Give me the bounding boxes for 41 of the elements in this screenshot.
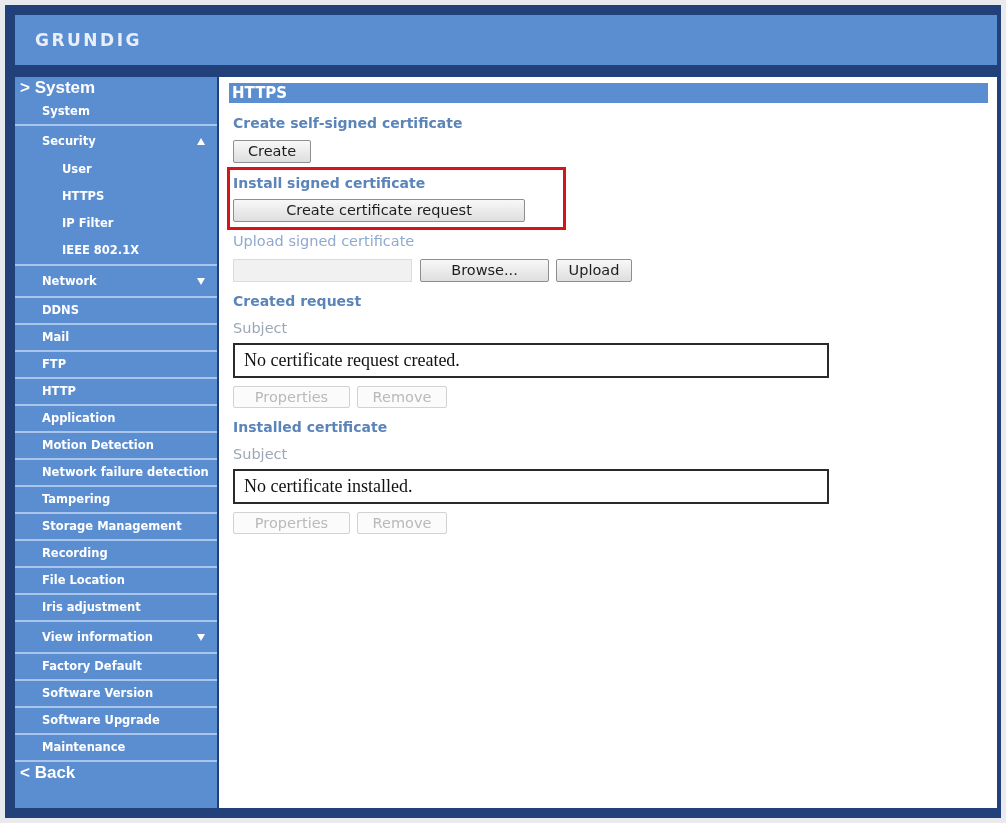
browse-button[interactable]: Browse... (420, 259, 549, 282)
sidebar-item[interactable]: Iris adjustment (15, 595, 217, 622)
subject-field: No certificate installed. (233, 469, 829, 504)
sidebar-item[interactable]: File Location (15, 568, 217, 595)
sidebar-item[interactable]: Network (42, 266, 97, 296)
upload-label: Upload signed certificate (233, 232, 415, 250)
sidebar-item[interactable]: DDNS (15, 298, 217, 325)
section-heading: Create self-signed certificate (233, 114, 463, 133)
sidebar-item[interactable]: Storage Management (15, 514, 217, 541)
sidebar-item[interactable]: HTTP (15, 379, 217, 406)
sidebar-subitem[interactable]: HTTPS (15, 183, 217, 210)
sidebar-item[interactable]: Motion Detection (15, 433, 217, 460)
sidebar-item[interactable]: Tampering (15, 487, 217, 514)
section-heading: Install signed certificate (233, 174, 426, 193)
sidebar-item[interactable]: Application (15, 406, 217, 433)
sidebar-item[interactable]: Recording (15, 541, 217, 568)
sidebar-item[interactable]: Security (42, 126, 96, 156)
sidebar-item[interactable]: Maintenance (15, 735, 217, 762)
sidebar-subitem[interactable]: User (15, 156, 217, 183)
sidebar-heading[interactable]: > System (15, 77, 217, 99)
sidebar-item[interactable]: Software Upgrade (15, 708, 217, 735)
request-button[interactable]: Create certificate request (233, 199, 525, 222)
subject-label: Subject (233, 445, 288, 463)
subject-label: Subject (233, 319, 288, 337)
sidebar-item[interactable]: System (15, 99, 217, 126)
sidebar-item[interactable]: Mail (15, 325, 217, 352)
sidebar-item[interactable]: View information (42, 622, 154, 652)
sidebar-item[interactable]: Software Version (15, 681, 217, 708)
back-link[interactable]: < Back (15, 762, 217, 784)
page-title: HTTPS (229, 83, 988, 103)
sidebar-item[interactable]: FTP (15, 352, 217, 379)
upload-button[interactable]: Upload (556, 259, 632, 282)
subject-field: No certificate request created. (233, 343, 829, 378)
section-heading: Installed certificate (233, 418, 388, 437)
create-button[interactable]: Create (233, 140, 311, 163)
section-heading: Created request (233, 292, 362, 311)
sidebar-subitem[interactable]: IP Filter (15, 210, 217, 237)
logo: GRUNDIG (35, 30, 142, 50)
sidebar-item[interactable]: Factory Default (15, 654, 217, 681)
sidebar-item[interactable]: Network failure detection (15, 460, 217, 487)
sidebar-subitem[interactable]: IEEE 802.1X (15, 237, 217, 264)
